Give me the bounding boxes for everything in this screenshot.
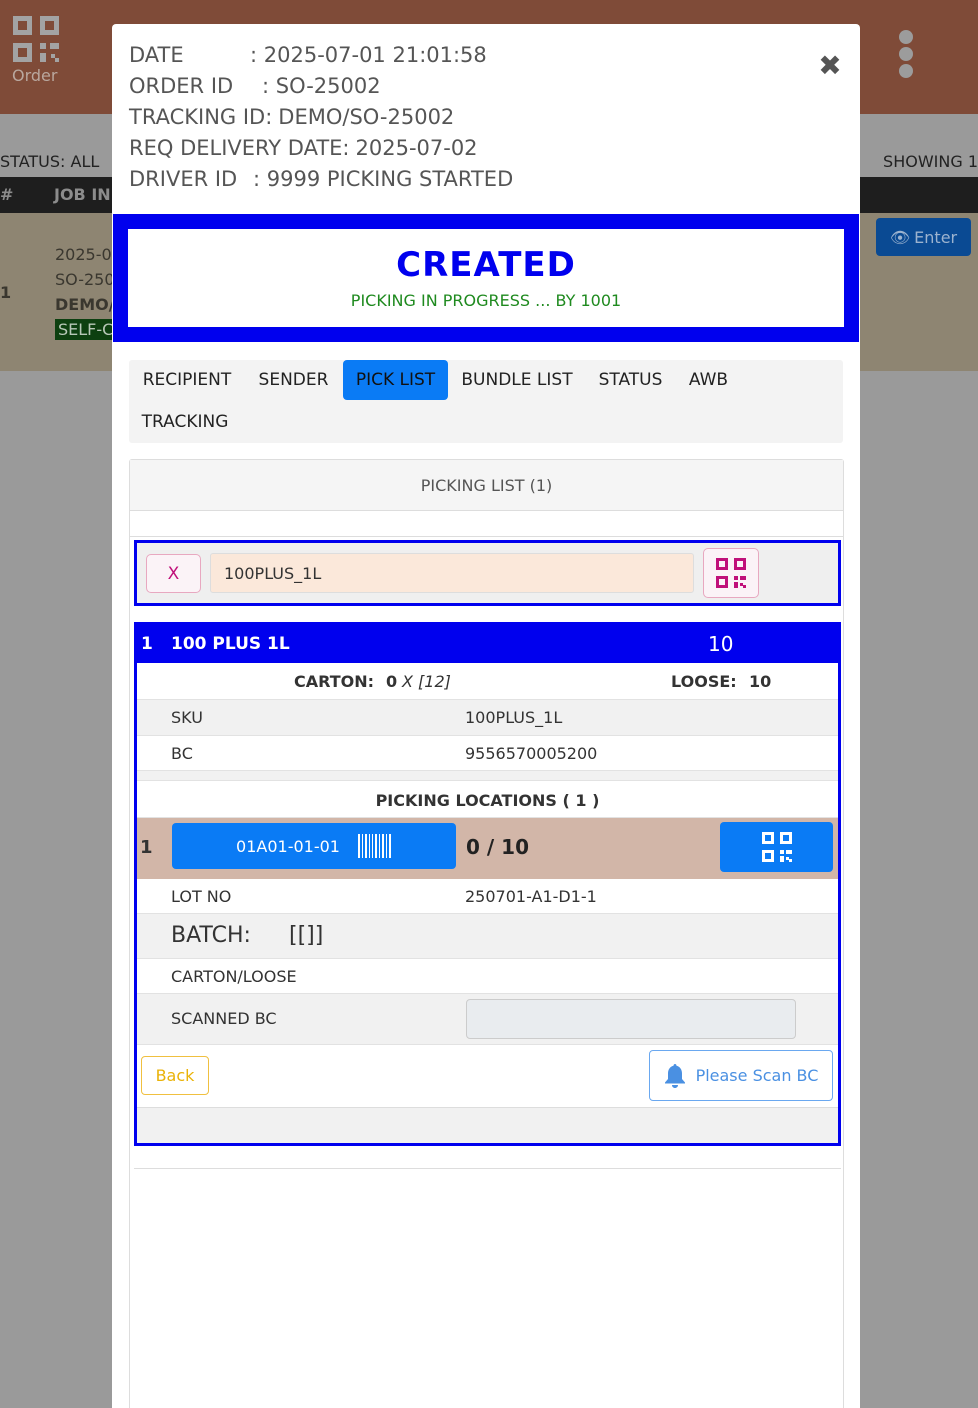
info-key: DATE [129, 43, 184, 67]
location-button[interactable]: 01A01-01-01 [172, 823, 456, 869]
info-key: DRIVER ID [129, 167, 238, 191]
sku-row: SKU 100PLUS_1L [137, 700, 838, 736]
item-header: 1 100 PLUS 1L 10 [137, 625, 838, 663]
location-qr-button[interactable] [720, 822, 833, 872]
info-value: : 9999 PICKING STARTED [253, 167, 514, 191]
lot-row: LOT NO 250701-A1-D1-1 [137, 879, 838, 914]
divider [134, 1168, 841, 1169]
info-key: TRACKING ID: [129, 105, 273, 129]
info-value: DEMO/SO-25002 [278, 105, 455, 129]
location-index: 1 [140, 837, 153, 858]
enter-button[interactable]: 👁 Enter [876, 218, 971, 256]
order-info: DATE : 2025-07-01 21:01:58 ORDER ID : SO… [129, 40, 513, 195]
location-code: 01A01-01-01 [236, 836, 340, 856]
sku-search-bar: X [134, 540, 841, 606]
scan-bc-label: Please Scan BC [695, 1066, 819, 1085]
loose-value: 10 [749, 672, 772, 691]
showing-count: SHOWING 1 [883, 152, 978, 171]
row-badge: SELF-C [55, 319, 117, 340]
col-header-index: # [0, 185, 14, 204]
info-tracking-id: TRACKING ID: DEMO/SO-25002 [129, 102, 513, 133]
sku-search-input[interactable] [210, 553, 694, 593]
bc-value: 9556570005200 [465, 744, 598, 763]
lot-label: LOT NO [171, 887, 232, 906]
info-key: REQ DELIVERY DATE: [129, 136, 350, 160]
location-row: 1 01A01-01-01 0 / 10 [137, 818, 838, 879]
spacer-row [137, 771, 838, 781]
row-date: 2025-0 [55, 245, 112, 264]
order-modal: ✖ DATE : 2025-07-01 21:01:58 ORDER ID : … [112, 24, 860, 1408]
scanned-bc-row: SCANNED BC [137, 994, 838, 1045]
bc-label: BC [171, 744, 193, 763]
item-name: 100 PLUS 1L [171, 634, 290, 654]
info-date: DATE : 2025-07-01 21:01:58 [129, 40, 513, 71]
divider [130, 536, 843, 537]
carton-loose-input-row: CARTON/LOOSE [137, 959, 838, 994]
sku-label: SKU [171, 708, 203, 727]
status-panel: CREATED PICKING IN PROGRESS ... BY 1001 [113, 214, 859, 342]
qr-code-icon [716, 558, 746, 588]
bc-row: BC 9556570005200 [137, 736, 838, 771]
status-subtitle: PICKING IN PROGRESS ... BY 1001 [350, 291, 622, 310]
loose-label: LOOSE: [671, 672, 737, 691]
item-index: 1 [141, 634, 153, 654]
col-header-job-info: JOB IN [54, 185, 111, 204]
sku-value: 100PLUS_1L [465, 708, 563, 727]
tab-pick-list[interactable]: PICK LIST [343, 360, 448, 400]
back-button[interactable]: Back [141, 1056, 209, 1095]
info-driver-id: DRIVER ID : 9999 PICKING STARTED [129, 164, 513, 195]
status-title: CREATED [396, 245, 576, 285]
enter-button-label: Enter [914, 227, 958, 247]
scan-bc-button[interactable]: Please Scan BC [649, 1050, 833, 1101]
batch-row: BATCH: [[]] [137, 914, 838, 959]
carton-value: 0 [386, 672, 398, 691]
qr-scan-button[interactable] [703, 548, 759, 598]
info-value: : 2025-07-01 21:01:58 [250, 43, 487, 67]
tab-bundle-list[interactable]: BUNDLE LIST [448, 360, 586, 400]
scanned-bc-label: SCANNED BC [171, 1009, 277, 1028]
kebab-menu-icon[interactable] [898, 30, 914, 78]
tab-status[interactable]: STATUS [586, 360, 675, 400]
tab-tracking[interactable]: TRACKING [129, 402, 241, 442]
locations-header-row: PICKING LOCATIONS ( 1 ) [137, 781, 838, 818]
qr-code-icon[interactable] [13, 16, 59, 62]
tab-sender[interactable]: SENDER [245, 360, 342, 400]
carton-label: CARTON: [294, 672, 375, 691]
row-index: 1 [0, 283, 12, 302]
order-nav-label[interactable]: Order [12, 66, 57, 85]
scanned-bc-field[interactable] [466, 999, 796, 1039]
carton-loose-row: CARTON: 0 X [12] LOOSE: 10 [137, 663, 838, 700]
picking-list-card: PICKING LIST (1) X 1 10 0 [129, 459, 844, 1408]
pick-item: 1 100 PLUS 1L 10 CARTON: 0 X [12] LOOSE:… [134, 622, 841, 1146]
batch-label: BATCH: [171, 923, 251, 948]
close-icon[interactable]: ✖ [816, 52, 844, 80]
picking-list-header: PICKING LIST (1) [130, 460, 843, 511]
lot-value: 250701-A1-D1-1 [465, 887, 597, 906]
batch-value: [[]] [289, 923, 324, 948]
qr-code-icon [761, 832, 792, 862]
row-order: SO-250 [55, 270, 115, 289]
tab-recipient[interactable]: RECIPIENT [129, 360, 245, 400]
bell-icon [664, 1063, 685, 1088]
row-tracking: DEMO/ [55, 295, 115, 314]
item-qty: 10 [708, 632, 734, 656]
item-footer [137, 1107, 838, 1143]
info-order-id: ORDER ID : SO-25002 [129, 71, 513, 102]
location-progress: 0 / 10 [466, 835, 529, 859]
status-filter-label: STATUS: ALL [0, 152, 100, 171]
carton-multiplier: X [12] [402, 672, 451, 691]
info-value: 2025-07-02 [355, 136, 478, 160]
barcode-icon [357, 834, 391, 858]
status-panel-inner: CREATED PICKING IN PROGRESS ... BY 1001 [128, 229, 844, 327]
info-key: ORDER ID [129, 74, 234, 98]
info-delivery-date: REQ DELIVERY DATE: 2025-07-02 [129, 133, 513, 164]
locations-header: PICKING LOCATIONS ( 1 ) [375, 791, 600, 810]
tab-bar: RECIPIENT SENDER PICK LIST BUNDLE LIST S… [129, 360, 843, 443]
carton-loose-label: CARTON/LOOSE [171, 967, 297, 986]
eye-icon: 👁 [889, 227, 911, 247]
info-value: : SO-25002 [262, 74, 381, 98]
tab-awb[interactable]: AWB [675, 360, 742, 400]
clear-button[interactable]: X [146, 554, 201, 593]
